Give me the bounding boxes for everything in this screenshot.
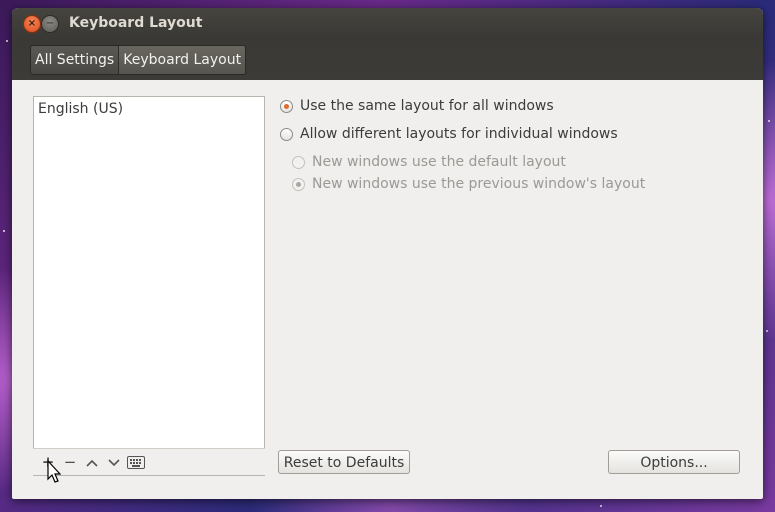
window-title: Keyboard Layout [69,15,203,31]
keyboard-icon[interactable] [126,452,146,472]
background-star [600,505,602,507]
move-down-icon[interactable] [104,452,124,472]
title-bar: × − Keyboard Layout All Settings Keyboar… [12,8,763,80]
mouse-cursor-icon [47,459,62,488]
option-same-layout[interactable]: Use the same layout for all windows [280,98,554,114]
remove-icon[interactable]: − [60,452,80,472]
reset-to-defaults-button[interactable]: Reset to Defaults [278,450,410,474]
option-previous-layout: New windows use the previous window's la… [292,176,645,192]
previous-layout-radio [292,177,305,191]
breadcrumb: All Settings Keyboard Layout [30,45,247,75]
layout-item-english-us[interactable]: English (US) [38,101,123,117]
layout-toolbar: + − [33,448,265,475]
different-layouts-radio[interactable] [280,127,293,141]
option-default-layout: New windows use the default layout [292,154,566,170]
close-icon[interactable]: × [23,15,41,33]
move-up-icon[interactable] [82,452,102,472]
same-layout-label: Use the same layout for all windows [300,98,554,114]
different-layouts-label: Allow different layouts for individual w… [300,126,618,142]
minimize-icon[interactable]: − [41,15,59,33]
background-star [766,330,768,332]
default-layout-label: New windows use the default layout [312,154,566,170]
options-button[interactable]: Options... [608,450,740,474]
breadcrumb-keyboard-layout[interactable]: Keyboard Layout [119,46,246,74]
background-star [6,40,8,42]
breadcrumb-all-settings[interactable]: All Settings [31,46,120,74]
option-different-layouts[interactable]: Allow different layouts for individual w… [280,126,618,142]
same-layout-radio[interactable] [280,99,293,113]
previous-layout-label: New windows use the previous window's la… [312,176,646,192]
background-star [768,120,770,122]
background-star [3,230,5,232]
layout-list[interactable]: English (US) [33,96,265,476]
default-layout-radio [292,155,305,169]
keyboard-layout-window: × − Keyboard Layout All Settings Keyboar… [12,8,763,499]
